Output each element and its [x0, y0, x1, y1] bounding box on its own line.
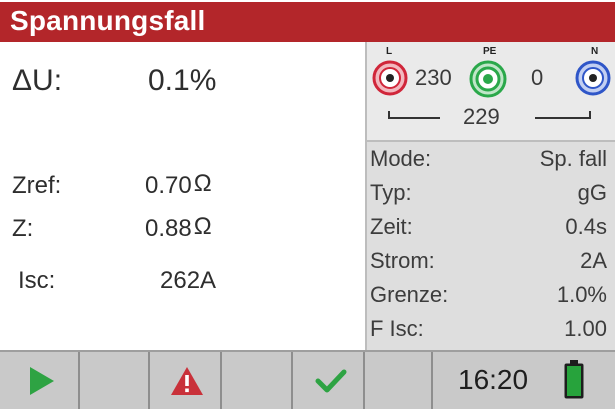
warning-icon: [171, 367, 203, 395]
setting-row-zeit: Zeit: 0.4s: [367, 210, 615, 244]
setting-row-grenze: Grenze: 1.0%: [367, 278, 615, 312]
bracket-left-line: [388, 117, 440, 119]
setting-key: Mode:: [370, 146, 432, 171]
softkey-4-button[interactable]: [222, 352, 293, 409]
softkey-2-button[interactable]: [80, 352, 150, 409]
softkey-bar: 16:20: [0, 350, 615, 409]
bracket-left-tick: [388, 111, 390, 118]
setting-row-mode: Mode: Sp. fall: [367, 142, 615, 176]
start-button[interactable]: [0, 352, 80, 409]
zref-value-group: 0.70Ω: [145, 170, 212, 200]
bracket-right-tick: [589, 111, 591, 118]
setting-value: 0.4s: [565, 214, 607, 239]
terminal-pe-label: PE: [483, 46, 497, 57]
setting-value: 1.0%: [556, 282, 607, 307]
terminal-l-label: L: [386, 46, 393, 57]
voltage-pe-n: 0: [531, 65, 544, 90]
play-icon: [30, 367, 54, 395]
page-title: Spannungsfall: [10, 5, 206, 36]
battery-level-fill: [567, 366, 581, 396]
setting-key: Grenze:: [370, 282, 449, 307]
battery-icon: [564, 360, 584, 399]
softkey-6-button[interactable]: [365, 352, 433, 409]
setting-value: 1.00: [564, 316, 607, 341]
terminal-panel: L PE N 230 0 229: [365, 42, 615, 142]
title-bar: Spannungsfall: [0, 0, 615, 42]
zref-value: 0.70: [145, 172, 192, 199]
setting-key: Zeit:: [370, 214, 413, 239]
setting-row-strom: Strom: 2A: [367, 244, 615, 278]
z-label: Z:: [12, 215, 34, 242]
setting-value: Sp. fall: [539, 146, 607, 171]
voltage-l-n: 229: [463, 104, 500, 129]
instrument-screen: Spannungsfall ΔU: 0.1% Zref: 0.70Ω Z: 0.…: [0, 0, 615, 409]
confirm-button[interactable]: [293, 352, 365, 409]
clock-time: 16:20: [458, 364, 529, 395]
zref-label: Zref:: [12, 172, 62, 199]
settings-panel: Mode: Sp. fall Typ: gG Zeit: 0.4s Strom:…: [365, 142, 615, 350]
warning-button[interactable]: [150, 352, 222, 409]
results-panel: ΔU: 0.1% Zref: 0.70Ω Z: 0.88Ω Isc: 262A: [0, 42, 365, 350]
delta-u-value: 0.1%: [148, 64, 217, 97]
setting-value: gG: [577, 180, 607, 205]
isc-value: 262A: [160, 267, 217, 294]
z-unit: Ω: [193, 213, 212, 240]
terminal-pe-icon: [469, 60, 507, 98]
isc-label: Isc:: [18, 267, 56, 294]
terminal-n-label: N: [591, 46, 599, 57]
z-value-group: 0.88Ω: [145, 213, 212, 243]
checkmark-icon: [315, 369, 347, 393]
voltage-l-pe: 230: [415, 65, 452, 90]
terminal-n-icon: [575, 60, 611, 96]
setting-row-f-isc: F Isc: 1.00: [367, 312, 615, 346]
setting-key: F Isc:: [370, 316, 424, 341]
setting-key: Strom:: [370, 248, 435, 273]
setting-key: Typ:: [370, 180, 412, 205]
setting-value: 2A: [580, 248, 607, 273]
bracket-right-line: [535, 117, 591, 119]
delta-u-label: ΔU:: [12, 64, 63, 97]
setting-row-typ: Typ: gG: [367, 176, 615, 210]
terminal-l-icon: [372, 60, 408, 96]
z-value: 0.88: [145, 215, 192, 242]
zref-unit: Ω: [193, 170, 212, 197]
